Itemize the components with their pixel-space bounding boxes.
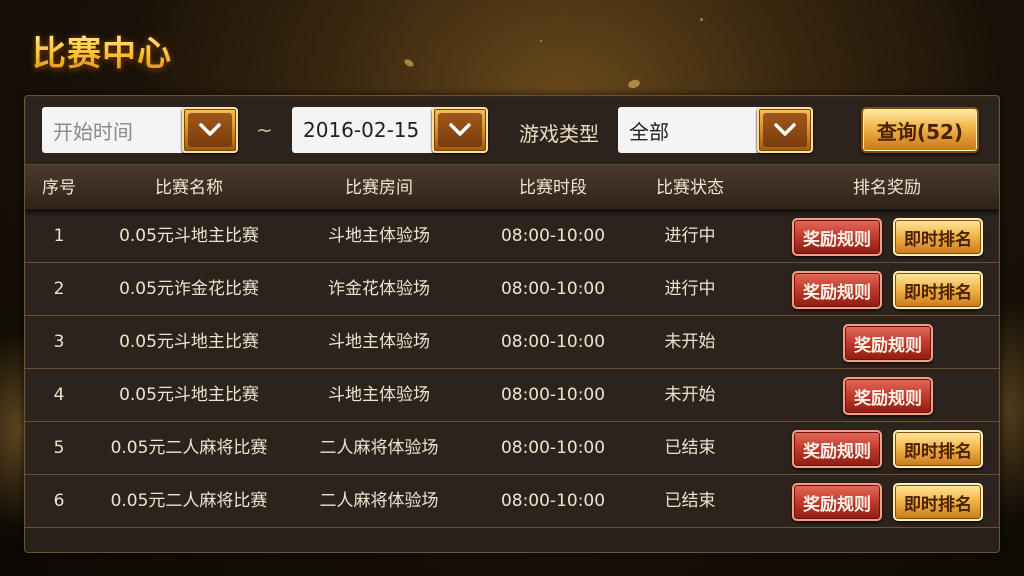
row-status: 已结束	[664, 438, 716, 458]
background-spark	[626, 78, 642, 90]
row-index: 5	[53, 438, 65, 458]
row-index: 4	[53, 385, 65, 405]
row-match-name: 0.05元诈金花比赛	[119, 279, 259, 299]
row-match-name: 0.05元二人麻将比赛	[110, 438, 268, 458]
live-ranking-button[interactable]: 即时排名	[893, 271, 983, 309]
table-header: 序号 比赛名称 比赛房间 比赛时段 比赛状态 排名奖励	[25, 164, 999, 210]
reward-rules-button[interactable]: 奖励规则	[792, 483, 882, 521]
row-time-slot: 08:00-10:00	[500, 279, 606, 299]
background-spark	[540, 40, 542, 42]
row-match-name: 0.05元斗地主比赛	[119, 332, 259, 352]
row-match-name: 0.05元二人麻将比赛	[110, 491, 268, 511]
live-ranking-button[interactable]: 即时排名	[893, 483, 983, 521]
background-spark	[700, 18, 703, 21]
match-panel: 开始时间 ~ 2016-02-15 游戏类型 全部 查询(52) 序号 比赛名称…	[24, 95, 1000, 553]
row-status: 进行中	[664, 279, 716, 299]
row-status: 未开始	[664, 332, 716, 352]
row-index: 6	[53, 491, 65, 511]
column-header-room: 比赛房间	[345, 178, 413, 198]
start-time-field[interactable]: 开始时间	[42, 107, 187, 153]
row-status: 未开始	[664, 385, 716, 405]
row-room: 二人麻将体验场	[319, 438, 439, 458]
row-match-name: 0.05元斗地主比赛	[119, 385, 259, 405]
range-separator: ~	[256, 118, 273, 142]
row-room: 二人麻将体验场	[319, 491, 439, 511]
table-row: 4 0.05元斗地主比赛 斗地主体验场 08:00-10:00 未开始 奖励规则	[25, 369, 999, 422]
row-status: 进行中	[664, 226, 716, 246]
column-header-index: 序号	[42, 178, 76, 198]
table-row: 5 0.05元二人麻将比赛 二人麻将体验场 08:00-10:00 已结束 奖励规则 即时排…	[25, 422, 999, 475]
column-header-ranking-reward: 排名奖励	[853, 178, 921, 198]
chevron-down-icon	[188, 113, 232, 147]
end-date-dropdown-button[interactable]	[432, 107, 488, 153]
chevron-down-icon	[438, 113, 482, 147]
row-time-slot: 08:00-10:00	[500, 491, 606, 511]
column-header-time-slot: 比赛时段	[519, 178, 587, 198]
table-row: 6 0.05元二人麻将比赛 二人麻将体验场 08:00-10:00 已结束 奖励规则 即时排…	[25, 475, 999, 528]
game-type-select[interactable]: 全部	[618, 107, 763, 153]
table-footer	[25, 528, 999, 552]
row-match-name: 0.05元斗地主比赛	[119, 226, 259, 246]
reward-rules-button[interactable]: 奖励规则	[843, 377, 933, 415]
row-room: 诈金花体验场	[328, 279, 430, 299]
page-title: 比赛中心	[32, 26, 172, 75]
reward-rules-button[interactable]: 奖励规则	[792, 430, 882, 468]
row-index: 2	[53, 279, 65, 299]
column-header-match-name: 比赛名称	[155, 178, 223, 198]
row-time-slot: 08:00-10:00	[500, 226, 606, 246]
column-header-status: 比赛状态	[656, 178, 724, 198]
end-date-field[interactable]: 2016-02-15	[292, 107, 437, 153]
live-ranking-button[interactable]: 即时排名	[893, 430, 983, 468]
reward-rules-button[interactable]: 奖励规则	[843, 324, 933, 362]
table-row: 2 0.05元诈金花比赛 诈金花体验场 08:00-10:00 进行中 奖励规则 即时排名	[25, 263, 999, 316]
background-spark	[403, 57, 415, 69]
reward-rules-button[interactable]: 奖励规则	[792, 218, 882, 256]
filter-bar: 开始时间 ~ 2016-02-15 游戏类型 全部 查询(52)	[25, 96, 999, 164]
row-index: 1	[53, 226, 65, 246]
row-room: 斗地主体验场	[328, 332, 430, 352]
row-time-slot: 08:00-10:00	[500, 438, 606, 458]
table-row: 1 0.05元斗地主比赛 斗地主体验场 08:00-10:00 进行中 奖励规则 即时排名	[25, 210, 999, 263]
live-ranking-button[interactable]: 即时排名	[893, 218, 983, 256]
query-button[interactable]: 查询(52)	[861, 107, 979, 153]
chevron-down-icon	[763, 113, 807, 147]
game-type-label: 游戏类型	[519, 122, 599, 146]
row-room: 斗地主体验场	[328, 385, 430, 405]
row-time-slot: 08:00-10:00	[500, 385, 606, 405]
row-room: 斗地主体验场	[328, 226, 430, 246]
table-row: 3 0.05元斗地主比赛 斗地主体验场 08:00-10:00 未开始 奖励规则	[25, 316, 999, 369]
row-time-slot: 08:00-10:00	[500, 332, 606, 352]
start-time-dropdown-button[interactable]	[182, 107, 238, 153]
reward-rules-button[interactable]: 奖励规则	[792, 271, 882, 309]
row-status: 已结束	[664, 491, 716, 511]
row-index: 3	[53, 332, 65, 352]
game-type-dropdown-button[interactable]	[757, 107, 813, 153]
